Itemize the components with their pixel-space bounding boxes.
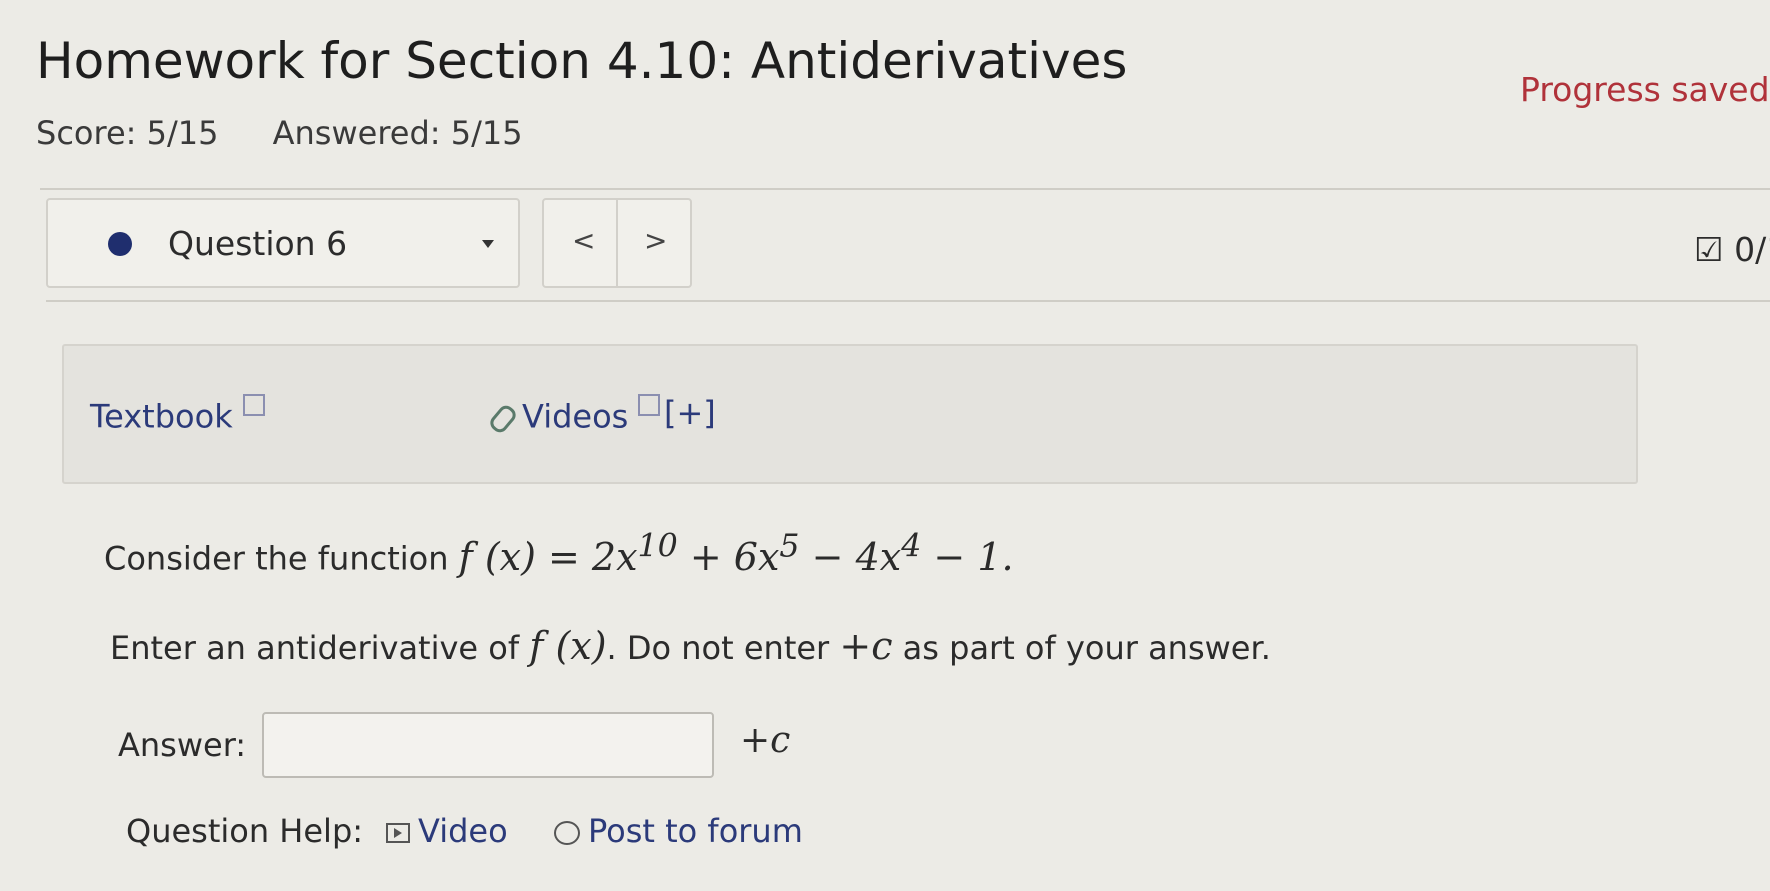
video-icon xyxy=(386,823,410,843)
divider xyxy=(46,300,1770,302)
page-title: Homework for Section 4.10: Antiderivativ… xyxy=(36,32,1128,90)
question-label: Question 6 xyxy=(168,224,348,263)
expand-resources-button[interactable]: [+] xyxy=(664,394,716,432)
divider xyxy=(40,188,1770,190)
external-link-icon xyxy=(638,394,661,416)
question-help-label: Question Help: xyxy=(126,812,364,850)
paperclip-icon xyxy=(487,402,519,436)
videos-link[interactable]: Videos xyxy=(487,394,661,436)
answer-input[interactable] xyxy=(262,712,714,778)
score-text: Score: 5/15 xyxy=(36,114,219,152)
textbook-link[interactable]: Textbook xyxy=(90,394,265,436)
score-line: Score: 5/15 Answered: 5/15 xyxy=(36,114,567,152)
answer-label: Answer: xyxy=(118,726,247,764)
status-dot-icon xyxy=(108,232,132,256)
divider xyxy=(616,200,618,286)
post-to-forum-link[interactable]: Post to forum xyxy=(554,812,803,850)
external-link-icon xyxy=(242,394,265,416)
help-video-link[interactable]: Video xyxy=(386,812,508,850)
question-selector[interactable]: Question 6 xyxy=(46,198,520,288)
instruction-text: Enter an antiderivative of f (x). Do not… xyxy=(110,624,1271,668)
problem-statement: Consider the function f (x) = 2x10 + 6x5… xyxy=(104,528,1014,579)
chat-bubble-icon xyxy=(554,821,580,845)
plus-c-suffix: +c xyxy=(740,720,791,761)
resources-panel: Textbook Videos [+] xyxy=(62,344,1638,484)
question-nav: < > xyxy=(542,198,692,288)
question-score: ☑ 0/1 xyxy=(1694,230,1770,269)
progress-status: Progress saved xyxy=(1520,70,1770,109)
answered-text: Answered: 5/15 xyxy=(272,114,523,152)
next-question-button[interactable]: > xyxy=(644,224,667,257)
prev-question-button[interactable]: < xyxy=(572,224,595,257)
chevron-down-icon xyxy=(482,240,494,248)
